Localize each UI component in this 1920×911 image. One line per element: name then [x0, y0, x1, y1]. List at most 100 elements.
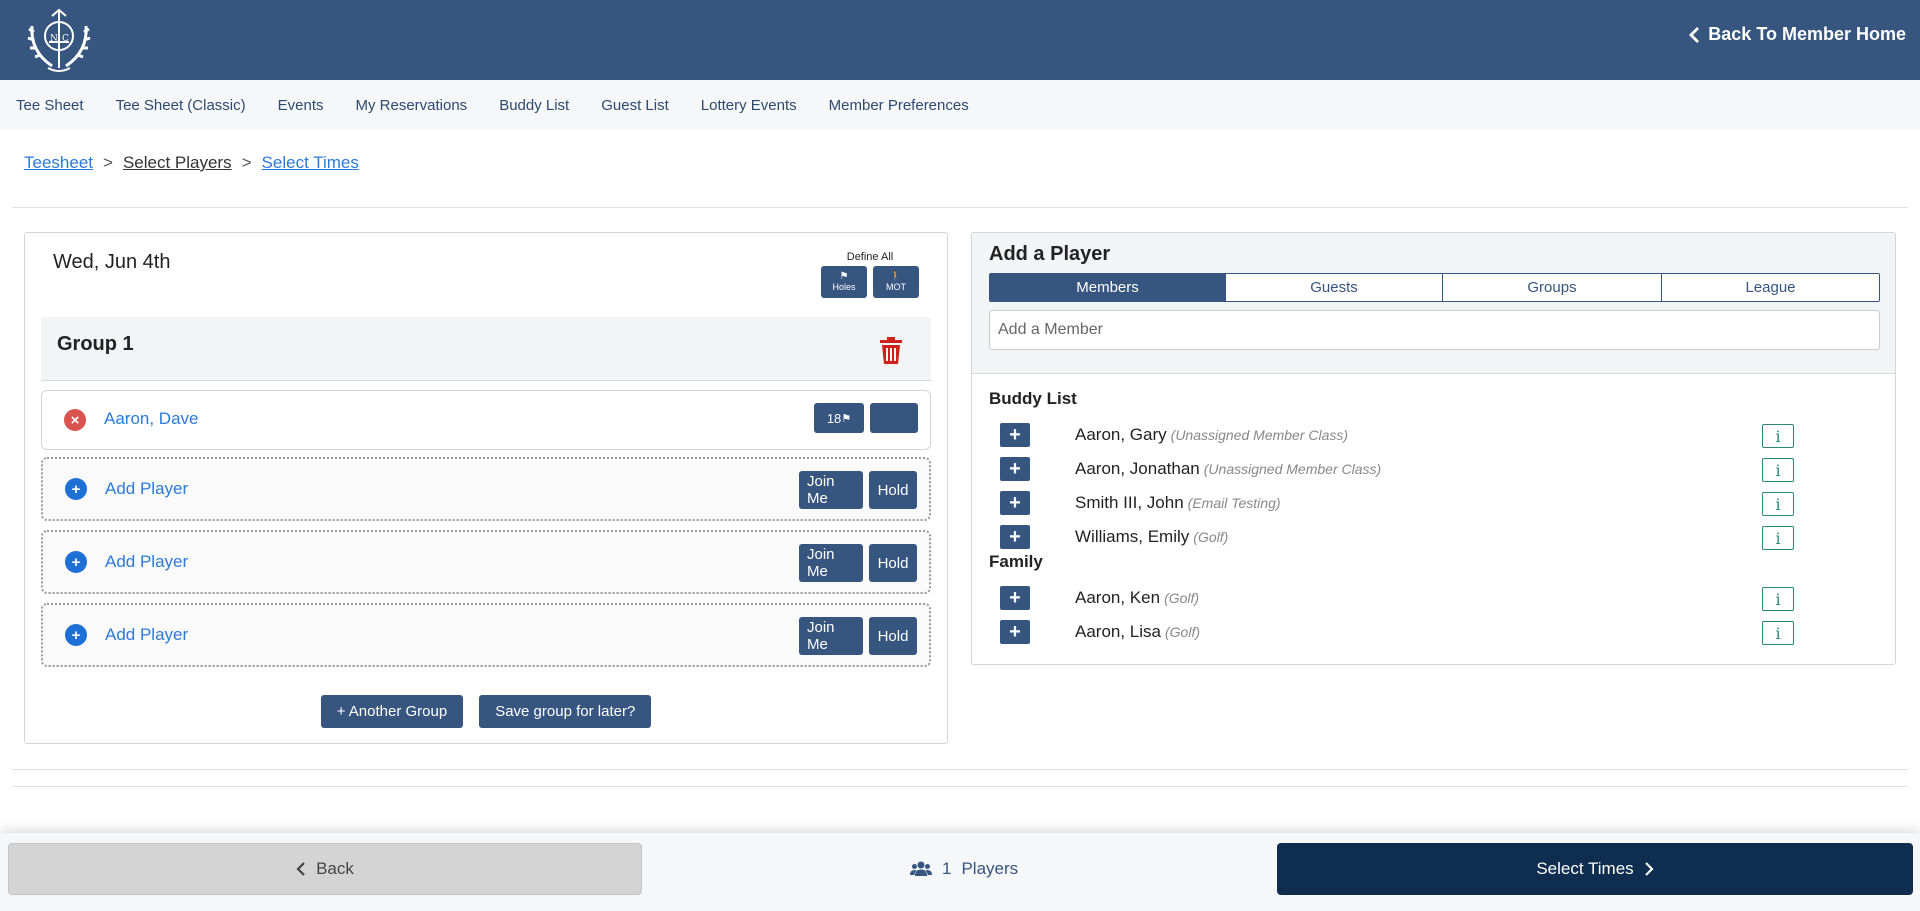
info-button[interactable]: i — [1762, 587, 1794, 611]
divider — [12, 786, 1908, 787]
add-buddy-button[interactable]: + — [1000, 457, 1030, 481]
players-count: 1 Players — [910, 859, 1018, 879]
add-buddy-button[interactable]: + — [1000, 423, 1030, 447]
buddy-row: + Aaron, Gary (Unassigned Member Class) i — [972, 421, 1895, 451]
add-buddy-button[interactable]: + — [1000, 491, 1030, 515]
define-all-holes-button[interactable]: ⚑ Holes — [821, 266, 867, 298]
info-button[interactable]: i — [1762, 458, 1794, 482]
family-member-class: (Golf) — [1164, 590, 1200, 606]
footer-bar: Back 1 Players Select Times — [0, 833, 1920, 911]
buddy-member-class: (Email Testing) — [1187, 495, 1281, 511]
buddy-row: + Williams, Emily (Golf) i — [972, 523, 1895, 553]
tab-guests[interactable]: Guests — [1226, 274, 1443, 301]
add-circle-icon[interactable]: + — [65, 624, 87, 646]
buddy-row: + Smith III, John (Email Testing) i — [972, 489, 1895, 519]
divider — [12, 207, 1908, 208]
svg-text:N: N — [50, 34, 58, 44]
trash-icon[interactable] — [879, 337, 903, 365]
add-buddy-button[interactable]: + — [1000, 525, 1030, 549]
flag-icon: ⚑ — [841, 412, 852, 425]
join-me-button[interactable]: Join Me — [799, 471, 863, 509]
join-me-button[interactable]: Join Me — [799, 544, 863, 582]
back-button[interactable]: Back — [8, 843, 642, 895]
buddy-name: Williams, Emily — [1075, 527, 1190, 546]
nav-item-lottery-events[interactable]: Lottery Events — [701, 97, 797, 114]
family-member-name: Aaron, Ken — [1075, 588, 1161, 607]
define-all-mot-button[interactable]: 🚶 MOT — [873, 266, 919, 298]
add-family-button[interactable]: + — [1000, 620, 1030, 644]
define-all: Define All ⚑ Holes 🚶 MOT — [815, 251, 925, 298]
nav-item-events[interactable]: Events — [278, 97, 324, 114]
define-all-holes-label: Holes — [832, 282, 856, 292]
add-family-button[interactable]: + — [1000, 586, 1030, 610]
family-row: + Aaron, Ken (Golf) i — [972, 584, 1895, 614]
top-header: N C Back To Member Home — [0, 0, 1920, 80]
users-icon — [910, 861, 932, 876]
player-holes-value: 18 — [826, 410, 842, 426]
add-player-header: Add a Player Members Guests Groups Leagu… — [972, 233, 1895, 374]
hold-button[interactable]: Hold — [869, 617, 917, 655]
add-player-card: Add a Player Members Guests Groups Leagu… — [971, 232, 1896, 665]
reservation-date: Wed, Jun 4th — [53, 251, 171, 273]
buddy-member-class: (Unassigned Member Class) — [1170, 427, 1349, 443]
nav-item-member-preferences[interactable]: Member Preferences — [829, 97, 969, 114]
tab-members[interactable]: Members — [990, 274, 1226, 301]
add-player-title: Add a Player — [989, 243, 1111, 265]
chevron-left-icon — [296, 862, 305, 876]
player-type-tabs: Members Guests Groups League — [989, 273, 1880, 302]
tab-groups[interactable]: Groups — [1443, 274, 1662, 301]
breadcrumb-teesheet[interactable]: Teesheet — [24, 153, 93, 173]
open-slot-row: + Add Player Join Me Hold — [41, 530, 931, 594]
players-count-label: Players — [961, 859, 1019, 878]
back-to-member-home-label: Back To Member Home — [1708, 24, 1906, 44]
players-count-value: 1 — [942, 859, 952, 878]
remove-circle-icon[interactable]: × — [64, 409, 86, 431]
info-button[interactable]: i — [1762, 621, 1794, 645]
save-group-button[interactable]: Save group for later? — [479, 695, 652, 728]
walking-icon: 🚶 — [889, 271, 903, 282]
add-player-link[interactable]: Add Player — [105, 552, 188, 572]
buddy-name: Smith III, John — [1075, 493, 1184, 512]
club-crest-logo[interactable]: N C — [22, 6, 96, 74]
group-title: Group 1 — [57, 333, 134, 355]
player-mot-button[interactable] — [870, 403, 918, 433]
nav-item-tee-sheet[interactable]: Tee Sheet — [16, 97, 84, 114]
nav-item-buddy-list[interactable]: Buddy List — [499, 97, 569, 114]
player-name[interactable]: Aaron, Dave — [104, 409, 199, 429]
buddy-name: Aaron, Jonathan — [1075, 459, 1200, 478]
buddy-list-title: Buddy List — [989, 389, 1077, 408]
nav-item-guest-list[interactable]: Guest List — [601, 97, 669, 114]
breadcrumb-separator: > — [103, 153, 113, 172]
player-holes-button[interactable]: 18 ⚑ — [814, 403, 864, 433]
family-member-name: Aaron, Lisa — [1075, 622, 1161, 641]
family-row: + Aaron, Lisa (Golf) i — [972, 618, 1895, 648]
add-player-link[interactable]: Add Player — [105, 479, 188, 499]
nav-item-my-reservations[interactable]: My Reservations — [355, 97, 467, 114]
nav-item-tee-sheet-classic[interactable]: Tee Sheet (Classic) — [116, 97, 246, 114]
buddy-member-class: (Unassigned Member Class) — [1203, 461, 1382, 477]
add-member-input[interactable] — [989, 310, 1880, 350]
buddy-row: + Aaron, Jonathan (Unassigned Member Clas… — [972, 455, 1895, 485]
add-player-link[interactable]: Add Player — [105, 625, 188, 645]
divider — [12, 769, 1908, 770]
info-button[interactable]: i — [1762, 424, 1794, 448]
breadcrumb: Teesheet > Select Players > Select Times — [24, 153, 359, 173]
select-times-label: Select Times — [1536, 859, 1634, 878]
hold-button[interactable]: Hold — [869, 471, 917, 509]
breadcrumb-separator: > — [241, 153, 252, 172]
tab-league[interactable]: League — [1662, 274, 1879, 301]
back-to-member-home-link[interactable]: Back To Member Home — [1688, 24, 1906, 45]
info-button[interactable]: i — [1762, 492, 1794, 516]
add-circle-icon[interactable]: + — [65, 478, 87, 500]
add-circle-icon[interactable]: + — [65, 551, 87, 573]
another-group-button[interactable]: + Another Group — [320, 695, 464, 728]
breadcrumb-select-players[interactable]: Select Players — [123, 153, 232, 173]
family-member-class: (Golf) — [1165, 624, 1200, 640]
breadcrumb-select-times[interactable]: Select Times — [262, 153, 359, 173]
hold-button[interactable]: Hold — [869, 544, 917, 582]
info-button[interactable]: i — [1762, 526, 1794, 550]
chevron-right-icon — [1644, 862, 1654, 876]
join-me-button[interactable]: Join Me — [799, 617, 863, 655]
open-slot-row: + Add Player Join Me Hold — [41, 603, 931, 667]
select-times-button[interactable]: Select Times — [1277, 843, 1913, 895]
